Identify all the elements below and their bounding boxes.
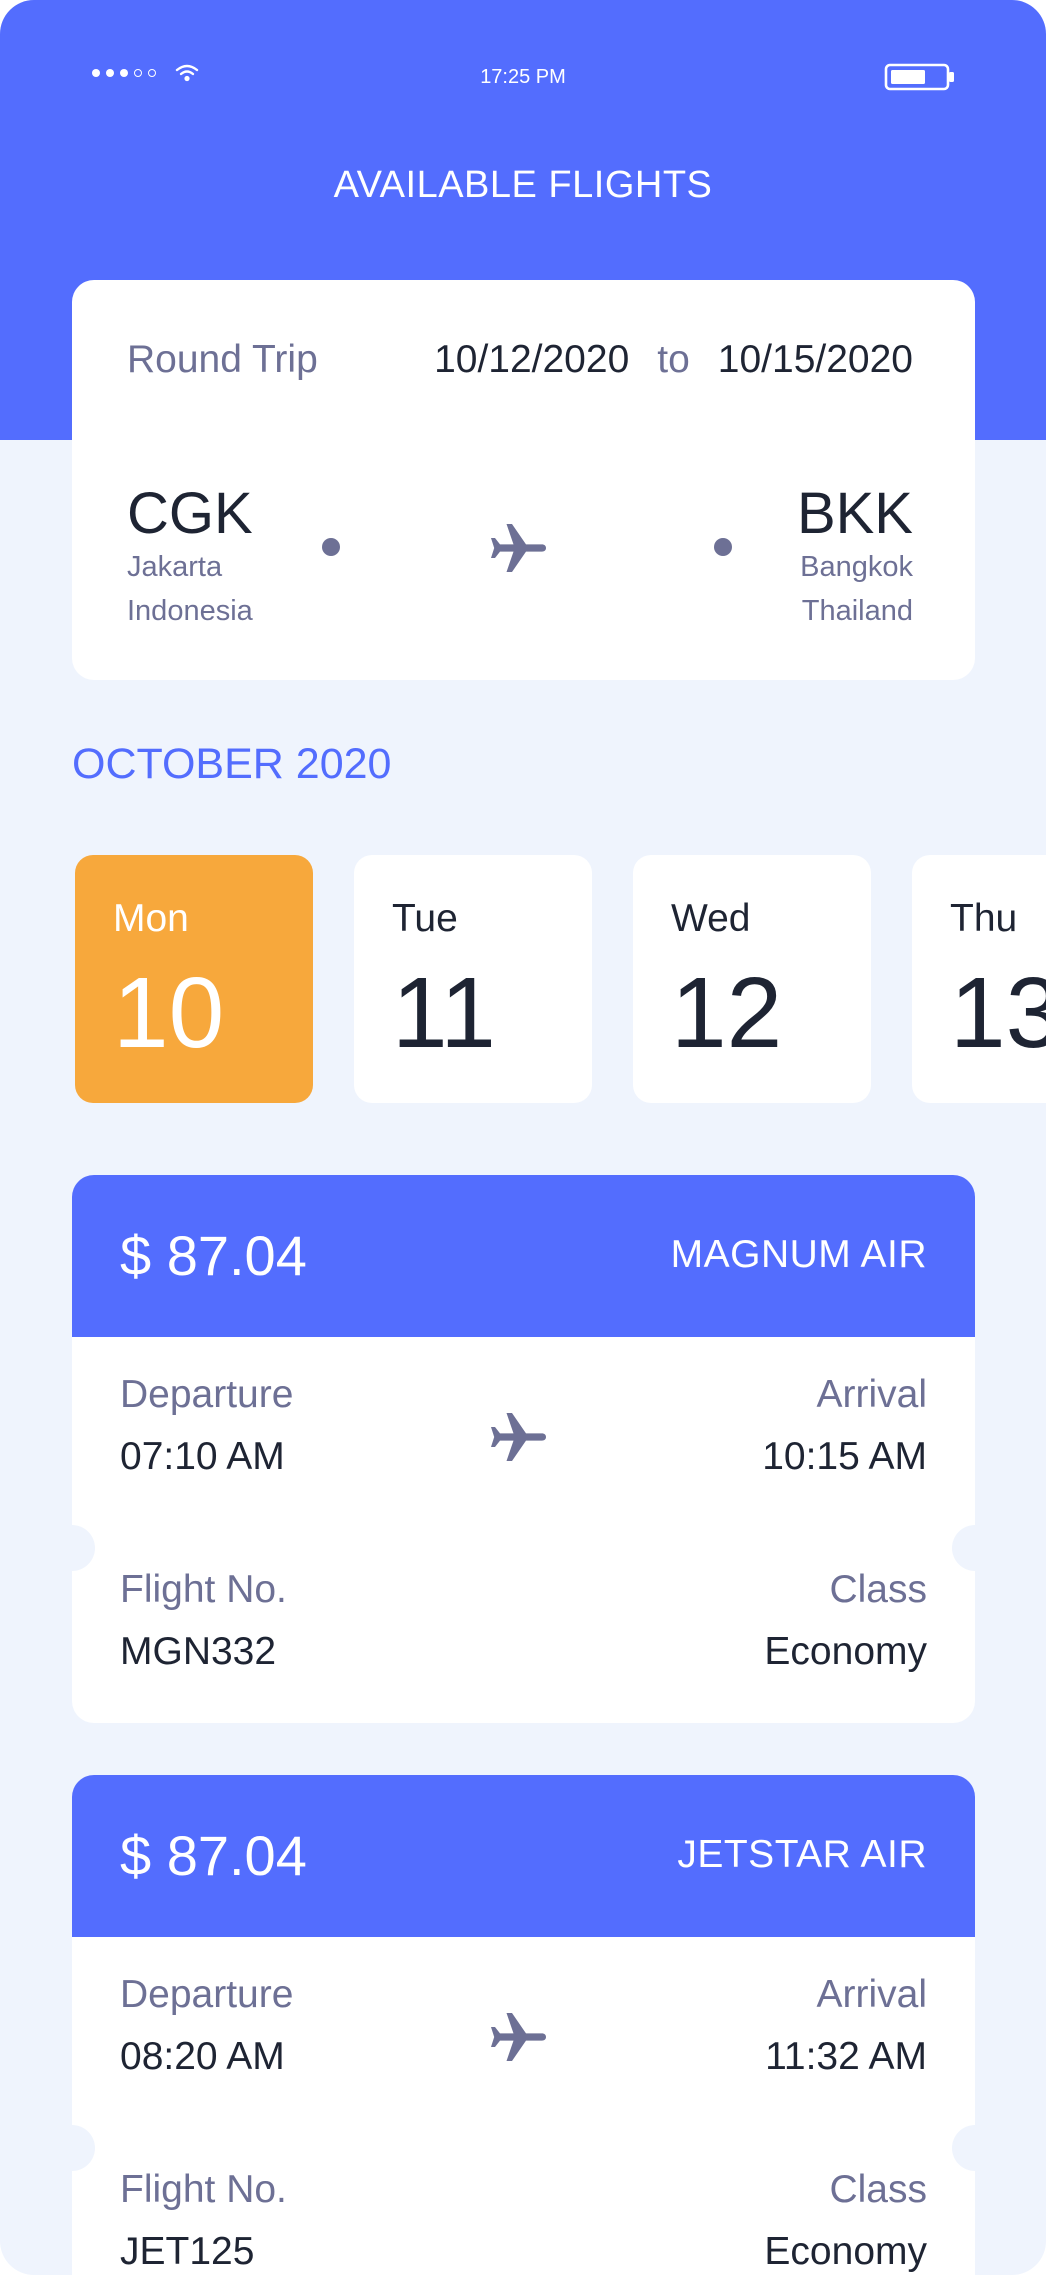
day-number: 11 [392,957,496,1069]
day-name: Thu [950,897,1018,940]
destination-city: Bangkok [800,551,913,583]
app-screen: 17:25 PM AVAILABLE FLIGHTS Round Trip 10… [0,0,1046,2275]
day-chip-wed[interactable]: Wed 12 [633,855,871,1103]
arrival-time: 10:15 AM [762,1435,927,1478]
route-summary-card[interactable]: Round Trip 10/12/2020 to 10/15/2020 CGK … [72,280,975,680]
arrival-time: 11:32 AM [765,2035,927,2078]
route-dot-origin [322,538,340,556]
day-name: Tue [392,897,458,940]
day-name: Wed [671,897,751,940]
ticket-notch [72,2125,95,2171]
page-title: AVAILABLE FLIGHTS [333,164,713,206]
day-number: 10 [113,957,225,1069]
ticket-notch [952,1525,975,1571]
airline-name: MAGNUM AIR [670,1233,927,1276]
flight-card-header: $ 87.04 JETSTAR AIR [72,1775,975,1937]
flight-price: $ 87.04 [120,1224,307,1287]
airline-name: JETSTAR AIR [677,1833,927,1876]
arrival-label: Arrival [816,1373,927,1416]
airplane-icon [491,524,546,572]
departure-time: 08:20 AM [120,2035,285,2078]
departure-label: Departure [120,1973,294,2016]
flight-no: JET125 [120,2230,255,2273]
flight-card-header: $ 87.04 MAGNUM AIR [72,1175,975,1337]
date-separator: to [657,338,690,381]
return-date: 10/15/2020 [717,338,913,381]
flight-card[interactable]: $ 87.04 MAGNUM AIR Departure 07:10 AM Ar… [72,1175,975,1723]
day-name: Mon [113,897,189,940]
day-number: 13 [950,957,1046,1069]
departure-label: Departure [120,1373,294,1416]
origin-city: Jakarta [127,551,223,583]
class-value: Economy [764,2230,927,2273]
month-label: OCTOBER 2020 [72,740,392,788]
day-chip-mon[interactable]: Mon 10 [75,855,313,1103]
origin-country: Indonesia [127,594,253,627]
ticket-notch [72,1525,95,1571]
trip-type-label: Round Trip [127,338,318,381]
class-label: Class [829,2168,927,2211]
flight-no-label: Flight No. [120,1568,287,1611]
day-chip-thu[interactable]: Thu 13 [912,855,1046,1103]
flight-no: MGN332 [120,1630,277,1673]
airplane-icon [491,1413,546,1461]
destination-country: Thailand [801,594,913,627]
departure-time: 07:10 AM [120,1435,285,1478]
day-number: 12 [671,957,783,1069]
class-value: Economy [764,1630,927,1673]
class-label: Class [829,1568,927,1611]
depart-date: 10/12/2020 [434,338,630,381]
destination-airport[interactable]: BKK Bangkok Thailand [797,485,913,630]
flight-card[interactable]: $ 87.04 JETSTAR AIR Departure 08:20 AM A… [72,1775,975,2275]
arrival-label: Arrival [816,1973,927,2016]
date-range[interactable]: 10/12/2020 to 10/15/2020 [434,338,913,382]
flight-no-label: Flight No. [120,2168,287,2211]
airplane-icon [491,2013,546,2061]
battery-icon [884,63,954,91]
flight-price: $ 87.04 [120,1824,307,1887]
origin-airport[interactable]: CGK Jakarta Indonesia [127,485,253,630]
route-dot-destination [714,538,732,556]
ticket-notch [952,2125,975,2171]
destination-code: BKK [796,481,913,546]
day-chip-tue[interactable]: Tue 11 [354,855,592,1103]
status-bar: 17:25 PM [0,60,1046,94]
origin-code: CGK [127,481,253,546]
